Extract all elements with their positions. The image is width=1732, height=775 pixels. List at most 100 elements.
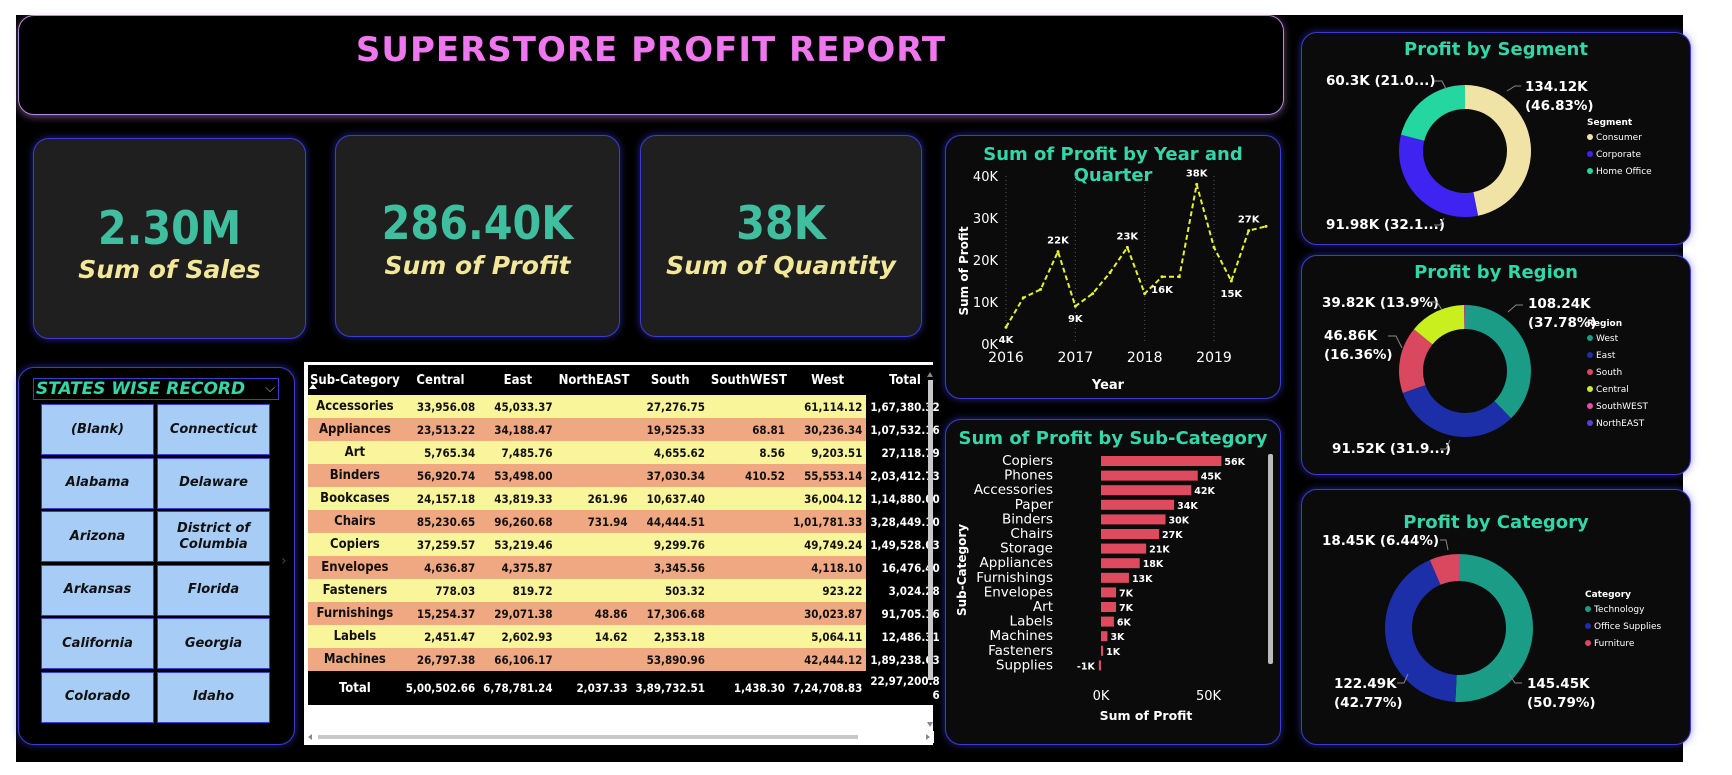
table-row[interactable]: Labels 2,451.47 2,602.93 14.62 2,353.18 5,064… xyxy=(308,625,944,648)
legend-item: West xyxy=(1596,334,1619,344)
data-label: 18.45K (6.44%) xyxy=(1322,533,1439,549)
table-cell xyxy=(708,487,789,510)
row-label: Copiers xyxy=(308,533,402,556)
line-point xyxy=(1177,275,1181,279)
column-header[interactable]: West xyxy=(788,365,867,395)
donut-slice xyxy=(1402,384,1512,437)
line-point xyxy=(1195,182,1199,186)
legend-item: Home Office xyxy=(1596,167,1652,177)
table-row[interactable]: Accessories 33,956.08 45,033.37 27,276.75 61… xyxy=(308,395,944,418)
legend-swatch xyxy=(1585,640,1591,646)
profit-by-category-card[interactable]: Profit by Category Category Technology Off… xyxy=(1301,489,1691,745)
legend-swatch xyxy=(1587,151,1593,157)
profit-matrix[interactable]: Sub-Category Central East NorthEAST South Sou… xyxy=(304,362,944,745)
table-cell: 503.32 xyxy=(631,579,709,602)
table-row[interactable]: Art 5,765.34 7,485.76 4,655.62 8.56 9,203.51 2… xyxy=(308,441,944,464)
slicer-item[interactable]: Colorado xyxy=(41,671,154,723)
column-header[interactable]: East xyxy=(479,365,557,395)
category-label: Supplies xyxy=(996,657,1053,673)
category-label: Furnishings xyxy=(976,570,1053,586)
column-header[interactable]: NorthEAST xyxy=(556,365,632,395)
data-label: 91.52K (31.9...) xyxy=(1332,441,1451,457)
leader-line xyxy=(1506,85,1521,92)
chevron-right-icon[interactable]: › xyxy=(281,553,287,569)
slicer-item[interactable]: Idaho xyxy=(157,671,270,723)
table-cell: 261.96 xyxy=(556,487,632,510)
category-label: Copiers xyxy=(1002,453,1053,469)
table-cell: 8.56 xyxy=(708,441,789,464)
table-row[interactable]: Bookcases 24,157.18 43,819.33 261.96 10,637.… xyxy=(308,487,944,510)
kpi-sales-label: Sum of Sales xyxy=(78,255,261,284)
table-cell: 33,956.08 xyxy=(401,395,480,418)
table-cell: 15,254.37 xyxy=(401,602,480,625)
states-slicer[interactable]: STATES WISE RECORD ⌵ (Blank) Connecticut A… xyxy=(18,367,295,745)
data-label: 91.98K (32.1...) xyxy=(1326,217,1445,233)
table-row[interactable]: Fasteners 778.03 819.72 503.32 923.22 3,024.2… xyxy=(308,579,944,602)
slicer-item[interactable]: California xyxy=(41,618,154,669)
donut-slice xyxy=(1399,134,1479,218)
row-label: Chairs xyxy=(308,510,402,533)
table-cell: 17,306.68 xyxy=(631,602,709,625)
column-header[interactable]: South xyxy=(631,365,709,395)
kpi-card-sales[interactable]: 2.30M Sum of Sales xyxy=(33,138,306,339)
table-cell: 45,033.37 xyxy=(479,395,557,418)
matrix-vertical-scrollbar[interactable] xyxy=(926,370,934,730)
data-label: 38K xyxy=(1186,168,1209,179)
table-cell: 48.86 xyxy=(556,602,632,625)
column-header[interactable]: SouthWEST xyxy=(708,365,789,395)
table-row[interactable]: Machines 26,797.38 66,106.17 53,890.96 42,44… xyxy=(308,648,944,671)
table-row[interactable]: Chairs 85,230.65 96,260.68 731.94 44,444.51 1… xyxy=(308,510,944,533)
table-cell: 9,203.51 xyxy=(788,441,867,464)
data-label: 21K xyxy=(1149,545,1170,556)
slicer-item[interactable]: Arizona xyxy=(41,511,154,562)
chevron-down-icon[interactable]: ⌵ xyxy=(265,381,275,396)
column-header[interactable]: Sub-Category xyxy=(308,365,402,395)
slicer-item[interactable]: District of Columbia xyxy=(157,511,270,562)
slicer-item[interactable]: Alabama xyxy=(41,457,154,509)
profit-by-year-card[interactable]: Sum of Profit by Year and Quarter 0K 10K 2… xyxy=(945,135,1281,399)
legend-item: Corporate xyxy=(1596,150,1641,160)
category-label: Phones xyxy=(1004,468,1053,484)
data-label: 39.82K (13.9%) xyxy=(1322,295,1439,311)
total-cell: 2,037.33 xyxy=(556,671,632,705)
slicer-item[interactable]: Delaware xyxy=(157,457,270,509)
table-row[interactable]: Envelopes 4,636.87 4,375.87 3,345.56 4,118.1… xyxy=(308,556,944,579)
matrix-horizontal-scrollbar[interactable] xyxy=(304,731,934,743)
table-cell: 43,819.33 xyxy=(479,487,557,510)
table-row[interactable]: Appliances 23,513.22 34,188.47 19,525.33 68.… xyxy=(308,418,944,441)
column-header[interactable]: Central xyxy=(401,365,480,395)
table-row[interactable]: Furnishings 15,254.37 29,071.38 48.86 17,306… xyxy=(308,602,944,625)
sort-arrow-icon[interactable] xyxy=(308,382,318,390)
slicer-item[interactable]: Florida xyxy=(157,564,270,616)
slicer-title: STATES WISE RECORD xyxy=(36,379,246,399)
slicer-item[interactable]: (Blank) xyxy=(41,404,154,455)
slicer-header[interactable]: STATES WISE RECORD ⌵ xyxy=(33,378,279,400)
table-cell xyxy=(708,510,789,533)
slicer-item[interactable]: Georgia xyxy=(157,618,270,669)
x-axis-label: Year xyxy=(1091,378,1125,393)
legend-item: East xyxy=(1596,351,1616,361)
kpi-card-quantity[interactable]: 38K Sum of Quantity xyxy=(640,135,922,337)
chart-scrollbar[interactable] xyxy=(1268,454,1273,664)
table-cell: 10,637.40 xyxy=(631,487,709,510)
row-label: Envelopes xyxy=(308,556,402,579)
profit-by-segment-card[interactable]: Profit by Segment Segment Consumer Corpora… xyxy=(1301,32,1691,245)
data-label: 6K xyxy=(1117,618,1132,629)
table-row[interactable]: Copiers 37,259.57 53,219.46 9,299.76 49,749.… xyxy=(308,533,944,556)
table-cell: 27,276.75 xyxy=(631,395,709,418)
x-tick-label: 2017 xyxy=(1058,350,1094,366)
data-label: 122.49K xyxy=(1334,676,1397,692)
line-point xyxy=(1229,279,1233,283)
donut-slice xyxy=(1455,554,1534,702)
slicer-item[interactable]: Arkansas xyxy=(41,564,154,616)
slicer-item[interactable]: Connecticut xyxy=(157,404,270,455)
table-cell: 410.52 xyxy=(708,464,789,487)
profit-bar xyxy=(1101,587,1117,598)
profit-by-subcategory-card[interactable]: Sum of Profit by Sub-Category Copiers 56K… xyxy=(945,419,1281,745)
row-label: Bookcases xyxy=(308,487,402,510)
table-cell xyxy=(708,602,789,625)
kpi-card-profit[interactable]: 286.40K Sum of Profit xyxy=(335,135,620,337)
table-row[interactable]: Binders 56,920.74 53,498.00 37,030.34 410.52… xyxy=(308,464,944,487)
data-label: 45K xyxy=(1201,472,1222,483)
profit-by-region-card[interactable]: Profit by Region Region West East South Cent… xyxy=(1301,255,1691,475)
